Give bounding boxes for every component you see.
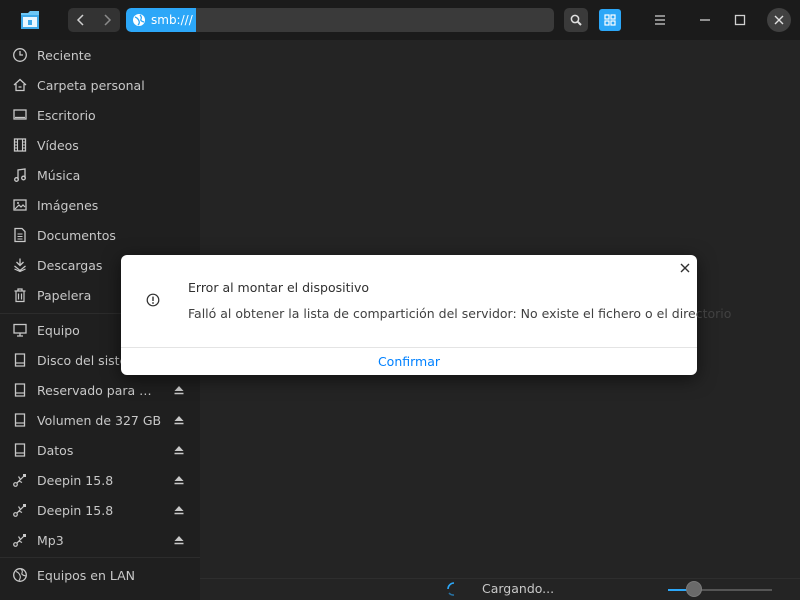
grid-view-icon — [604, 14, 616, 26]
address-bar[interactable]: smb:/// — [126, 8, 554, 32]
sidebar-item-label: Equipos en LAN — [37, 567, 136, 583]
eject-icon[interactable] — [173, 534, 185, 546]
home-icon — [12, 77, 28, 93]
sidebar-item-label: Vídeos — [37, 137, 79, 153]
sidebar-item-label: Deepin 15.8 — [37, 502, 114, 518]
usb-icon — [12, 472, 28, 488]
disk-icon — [12, 412, 28, 428]
usb-icon — [12, 532, 28, 548]
eject-icon[interactable] — [173, 384, 185, 396]
menu-button[interactable] — [648, 8, 672, 32]
sidebar-item-reserved[interactable]: Reservado para el sistema — [0, 375, 200, 405]
usb-icon — [12, 502, 28, 518]
sidebar-item-label: Reciente — [37, 47, 92, 63]
dialog-message: Falló al obtener la lista de compartició… — [188, 306, 732, 321]
search-button[interactable] — [564, 8, 588, 32]
close-icon — [680, 263, 690, 273]
eject-icon[interactable] — [173, 504, 185, 516]
clock-icon — [12, 47, 28, 63]
sidebar-item-label: Carpeta personal — [37, 77, 145, 93]
sidebar-item-images[interactable]: Imágenes — [0, 190, 200, 220]
back-button[interactable] — [68, 8, 94, 32]
sidebar-item-deepin-1[interactable]: Deepin 15.8 — [0, 465, 200, 495]
sidebar-item-recent[interactable]: Reciente — [0, 40, 200, 70]
loading-spinner-icon — [447, 582, 455, 596]
chevron-left-icon — [76, 14, 84, 26]
address-text: smb:/// — [151, 13, 193, 27]
sidebar-item-data[interactable]: Datos — [0, 435, 200, 465]
title-bar: smb:/// — [0, 0, 800, 40]
sidebar-item-volume[interactable]: Volumen de 327 GB — [0, 405, 200, 435]
sidebar-item-label: Mp3 — [37, 532, 64, 548]
grid-view-button[interactable] — [599, 9, 621, 31]
sidebar-item-label: Deepin 15.8 — [37, 472, 114, 488]
sidebar-item-videos[interactable]: Vídeos — [0, 130, 200, 160]
sidebar-item-label: Volumen de 327 GB — [37, 412, 162, 428]
confirm-button[interactable]: Confirmar — [121, 348, 697, 375]
sidebar-item-label: Equipo — [37, 322, 80, 338]
maximize-button[interactable] — [728, 8, 752, 32]
zoom-slider-handle[interactable] — [686, 581, 702, 597]
sidebar-divider — [0, 557, 200, 558]
disk-icon — [12, 442, 28, 458]
desktop-icon — [12, 107, 28, 123]
error-dialog: Error al montar el dispositivo Falló al … — [121, 255, 731, 375]
eject-icon[interactable] — [173, 444, 185, 456]
sidebar-item-label: Imágenes — [37, 197, 99, 213]
disk-icon — [12, 352, 28, 368]
zoom-slider[interactable] — [668, 581, 772, 597]
music-icon — [12, 167, 28, 183]
hamburger-menu-icon — [655, 15, 665, 25]
sidebar-item-lan[interactable]: Equipos en LAN — [0, 560, 200, 590]
sidebar-item-mp3[interactable]: Mp3 — [0, 525, 200, 555]
sidebar-item-label: Documentos — [37, 227, 116, 243]
dialog-title: Error al montar el dispositivo — [188, 280, 370, 295]
minimize-icon — [700, 19, 710, 21]
computer-icon — [12, 322, 28, 338]
disk-icon — [12, 382, 28, 398]
maximize-icon — [734, 14, 746, 26]
sidebar-item-label: Descargas — [37, 257, 103, 273]
minimize-button[interactable] — [693, 8, 717, 32]
address-crumb[interactable]: smb:/// — [126, 8, 196, 32]
sidebar-item-deepin-2[interactable]: Deepin 15.8 — [0, 495, 200, 525]
document-icon — [12, 227, 28, 243]
sidebar-item-label: Música — [37, 167, 81, 183]
eject-icon[interactable] — [173, 474, 185, 486]
sidebar-item-desktop[interactable]: Escritorio — [0, 100, 200, 130]
sidebar-item-home[interactable]: Carpeta personal — [0, 70, 200, 100]
sidebar-item-documents[interactable]: Documentos — [0, 220, 200, 250]
dialog-close-button[interactable] — [677, 260, 693, 276]
navigation-buttons — [68, 8, 120, 32]
eject-icon[interactable] — [173, 414, 185, 426]
status-text: Cargando... — [482, 581, 555, 596]
download-icon — [12, 257, 28, 273]
sidebar-item-label: Reservado para el sistema — [37, 382, 159, 398]
film-icon — [12, 137, 28, 153]
globe-icon — [133, 14, 145, 26]
network-icon — [12, 567, 28, 583]
status-bar: Cargando... — [200, 578, 800, 600]
image-icon — [12, 197, 28, 213]
forward-button[interactable] — [94, 8, 120, 32]
search-icon — [570, 14, 582, 26]
chevron-right-icon — [104, 14, 112, 26]
trash-icon — [12, 287, 28, 303]
sidebar-item-label: Papelera — [37, 287, 92, 303]
close-icon — [774, 15, 784, 25]
sidebar-item-label: Escritorio — [37, 107, 96, 123]
sidebar-item-music[interactable]: Música — [0, 160, 200, 190]
warning-icon — [146, 293, 160, 307]
sidebar-item-label: Datos — [37, 442, 74, 458]
window-close-button[interactable] — [767, 8, 791, 32]
file-manager-logo — [18, 8, 42, 32]
